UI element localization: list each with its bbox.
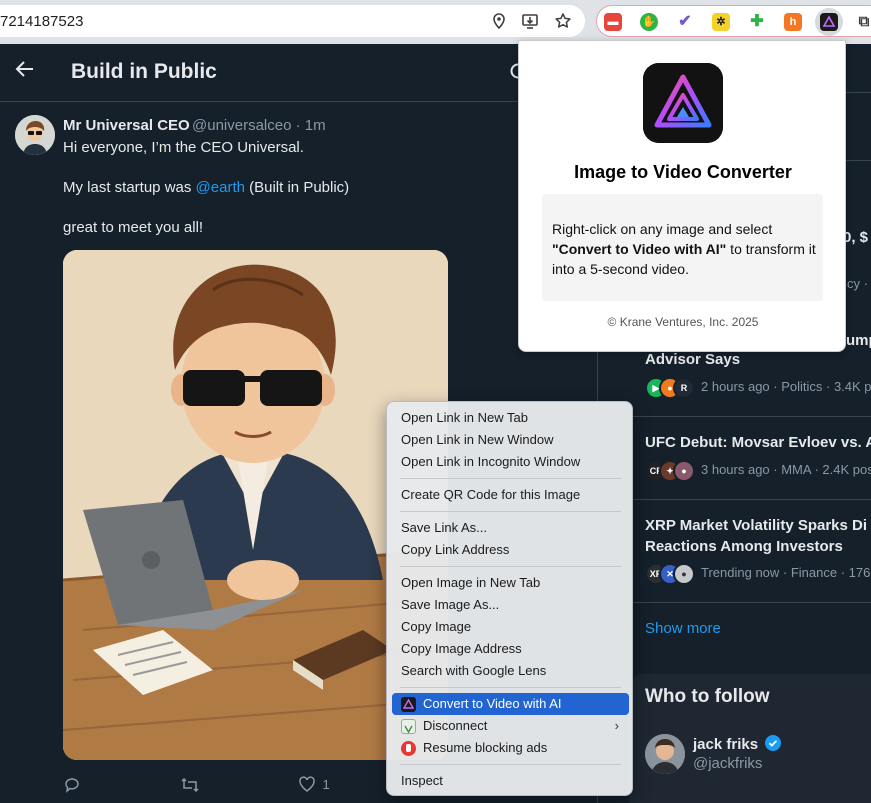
- avatar: ●: [673, 460, 695, 482]
- menu-separator: [400, 566, 621, 567]
- hubspot-extension-icon[interactable]: h: [784, 13, 802, 31]
- location-icon[interactable]: [490, 12, 508, 30]
- menu-item-label[interactable]: Convert to Video with AI: [423, 696, 562, 711]
- menu-separator: [400, 511, 621, 512]
- who-to-follow-card: Who to follow jack friks @jackfriks: [629, 674, 871, 803]
- krane-extension-icon: [401, 697, 416, 712]
- back-arrow-icon[interactable]: [14, 58, 36, 86]
- trend-avatars: ▶ ● R: [645, 377, 695, 399]
- follow-handle[interactable]: @jackfriks: [693, 755, 762, 772]
- follow-name-text[interactable]: jack friks: [693, 736, 758, 753]
- popup-title: Image to Video Converter: [574, 162, 792, 182]
- extensions-bar: ▬ ✋ ✔ ✲ ✚ h ⧉: [596, 5, 871, 37]
- tweet-text-line: Hi everyone, I’m the CEO Universal.: [63, 139, 304, 156]
- tweet-author-handle[interactable]: @universalceo · 1m: [192, 117, 326, 134]
- puzzle-plus-extension-icon[interactable]: ✚: [748, 13, 766, 31]
- trend-avatars: CP ✦ ●: [645, 460, 695, 482]
- menu-item-open-link-new-window[interactable]: Open Link in New Window: [392, 429, 629, 451]
- menu-item-copy-image[interactable]: Copy Image: [392, 616, 629, 638]
- like-count: 1: [322, 777, 330, 792]
- follow-name[interactable]: jack friks: [693, 734, 782, 756]
- avatar[interactable]: [15, 115, 55, 155]
- sunflower-extension-icon[interactable]: ✲: [712, 13, 730, 31]
- tweet-text-line: great to meet you all!: [63, 219, 204, 236]
- checkmark-extension-icon[interactable]: ✔: [676, 13, 694, 31]
- popup-description: Right-click on any image and select "Con…: [552, 219, 817, 279]
- trend-meta-partial: cy · (: [847, 276, 871, 291]
- trend-meta: 2 hours ago · Politics · 3.4K p: [701, 379, 871, 394]
- menu-item-open-link-new-tab[interactable]: Open Link in New Tab: [392, 407, 629, 429]
- menu-item-copy-link-address[interactable]: Copy Link Address: [392, 539, 629, 561]
- trend-title-partial[interactable]: 0, $: [843, 229, 868, 246]
- menu-item-copy-image-address[interactable]: Copy Image Address: [392, 638, 629, 660]
- address-bar[interactable]: 7214187523: [0, 5, 585, 37]
- trend-title[interactable]: Advisor Says: [645, 351, 740, 368]
- trend-title[interactable]: UFC Debut: Movsar Evloev vs. A: [645, 434, 871, 451]
- trend-avatars: XR ✕ ●: [645, 563, 695, 585]
- heart-icon[interactable]: [298, 776, 316, 796]
- puzzle-extensions-icon[interactable]: ⧉: [855, 13, 871, 31]
- retweet-icon[interactable]: [180, 776, 200, 799]
- trend-title[interactable]: XRP Market Volatility Sparks Di: [645, 517, 867, 534]
- like-button[interactable]: 1: [298, 776, 330, 797]
- avatar[interactable]: [645, 734, 685, 774]
- feed-header: Build in Public: [0, 44, 598, 102]
- mention-link[interactable]: @earth: [196, 179, 245, 196]
- verified-badge-icon: [764, 734, 782, 756]
- popup-description-box: Right-click on any image and select "Con…: [542, 194, 823, 301]
- menu-item-open-image-new-tab[interactable]: Open Image in New Tab: [392, 572, 629, 594]
- menu-separator: [400, 764, 621, 765]
- reply-icon[interactable]: [63, 776, 81, 799]
- menu-separator: [400, 687, 621, 688]
- menu-item-open-link-incognito[interactable]: Open Link in Incognito Window: [392, 451, 629, 473]
- popup-footer: © Krane Ventures, Inc. 2025: [607, 315, 759, 329]
- trend-meta: 3 hours ago · MMA · 2.4K pos: [701, 462, 871, 477]
- avatar: R: [673, 377, 695, 399]
- menu-item-label[interactable]: Disconnect: [423, 718, 487, 733]
- tweet-text-fragment: My last startup was: [63, 179, 196, 196]
- browser-toolbar: 7214187523 ▬ ✋ ✔ ✲ ✚ h ⧉: [0, 0, 871, 44]
- tweet-text-fragment: (Built in Public): [244, 179, 350, 196]
- trend-meta: Trending now · Finance · 176: [701, 565, 871, 580]
- adblock-hand-icon: [401, 741, 416, 756]
- bookmark-star-icon[interactable]: [554, 12, 572, 30]
- divider: [629, 602, 871, 603]
- menu-item-save-image-as[interactable]: Save Image As...: [392, 594, 629, 616]
- show-more-link[interactable]: Show more: [645, 620, 721, 637]
- extension-popup: Image to Video Converter Right-click on …: [518, 40, 846, 352]
- divider: [629, 416, 871, 417]
- menu-item-resume-blocking-ads[interactable]: Resume blocking ads: [392, 737, 629, 759]
- shield-extension-icon[interactable]: ▬: [604, 13, 622, 31]
- avatar: ●: [673, 563, 695, 585]
- tweet-author-name[interactable]: Mr Universal CEO: [63, 117, 190, 134]
- desc-text: Right-click on any image and select: [552, 221, 773, 237]
- app-logo-icon: [643, 63, 723, 143]
- divider: [629, 499, 871, 500]
- chevron-right-icon: ›: [614, 718, 619, 733]
- who-to-follow-title: Who to follow: [645, 686, 770, 707]
- menu-item-disconnect[interactable]: Disconnect ›: [392, 715, 629, 737]
- trend-title[interactable]: Reactions Among Investors: [645, 538, 843, 555]
- menu-item-search-google-lens[interactable]: Search with Google Lens: [392, 660, 629, 682]
- krane-extension-icon[interactable]: [820, 13, 838, 31]
- menu-item-inspect[interactable]: Inspect: [392, 770, 629, 792]
- install-app-icon[interactable]: [521, 12, 539, 30]
- menu-item-save-link-as[interactable]: Save Link As...: [392, 517, 629, 539]
- url-text[interactable]: 7214187523: [0, 13, 83, 30]
- menu-item-convert-to-video[interactable]: Convert to Video with AI: [392, 693, 629, 715]
- menu-item-label[interactable]: Resume blocking ads: [423, 740, 547, 755]
- trend-title-partial[interactable]: ump: [846, 332, 871, 349]
- tweet-text-line: My last startup was @earth (Built in Pub…: [63, 179, 349, 196]
- disconnect-extension-icon: [401, 719, 416, 734]
- thumbs-up-extension-icon[interactable]: ✋: [640, 13, 658, 31]
- page-title: Build in Public: [71, 60, 217, 83]
- menu-item-create-qr-code[interactable]: Create QR Code for this Image: [392, 484, 629, 506]
- desc-bold: "Convert to Video with AI": [552, 241, 727, 257]
- context-menu: Open Link in New Tab Open Link in New Wi…: [386, 401, 633, 796]
- menu-separator: [400, 478, 621, 479]
